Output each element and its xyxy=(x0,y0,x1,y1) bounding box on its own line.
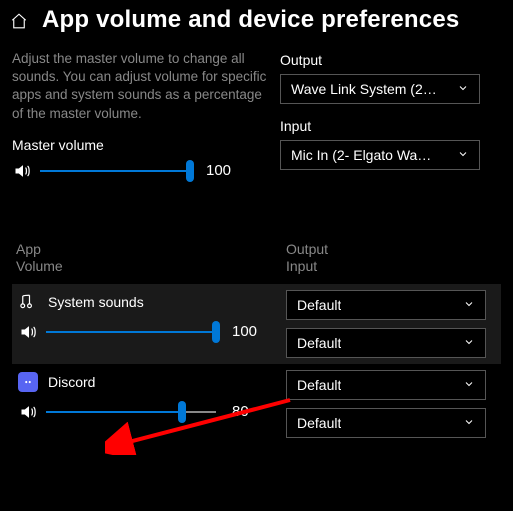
app-output-dropdown[interactable]: Default xyxy=(286,370,486,400)
column-header-right: OutputInput xyxy=(284,241,501,276)
chevron-down-icon xyxy=(463,297,475,313)
speaker-icon[interactable] xyxy=(18,322,40,342)
speaker-icon[interactable] xyxy=(18,402,40,422)
app-row-system-sounds: System sounds 100 xyxy=(12,284,501,364)
input-device-dropdown[interactable]: Mic In (2- Elgato Wa… xyxy=(280,140,480,170)
output-device-selected: Wave Link System (2… xyxy=(291,81,437,97)
app-name: Discord xyxy=(48,374,95,390)
app-volume-slider[interactable] xyxy=(46,322,216,342)
chevron-down-icon xyxy=(463,415,475,431)
master-volume-value: 100 xyxy=(206,162,236,179)
home-icon[interactable] xyxy=(6,8,32,34)
description-text: Adjust the master volume to change all s… xyxy=(12,50,272,123)
chevron-down-icon xyxy=(463,335,475,351)
app-name: System sounds xyxy=(48,294,144,310)
input-label: Input xyxy=(280,118,501,134)
app-volume-value: 100 xyxy=(232,323,262,340)
dropdown-value: Default xyxy=(297,335,341,351)
page-title: App volume and device preferences xyxy=(42,6,459,34)
chevron-down-icon xyxy=(463,377,475,393)
system-sounds-icon xyxy=(18,292,38,312)
app-volume-slider[interactable] xyxy=(46,402,216,422)
dropdown-value: Default xyxy=(297,415,341,431)
output-label: Output xyxy=(280,52,501,68)
master-volume-label: Master volume xyxy=(12,137,272,153)
chevron-down-icon xyxy=(457,147,469,163)
input-device-selected: Mic In (2- Elgato Wa… xyxy=(291,147,431,163)
discord-icon xyxy=(18,372,38,392)
output-device-dropdown[interactable]: Wave Link System (2… xyxy=(280,74,480,104)
app-input-dropdown[interactable]: Default xyxy=(286,328,486,358)
column-header-left: AppVolume xyxy=(12,241,284,276)
app-output-dropdown[interactable]: Default xyxy=(286,290,486,320)
speaker-icon[interactable] xyxy=(12,161,34,181)
app-row-discord: Discord 80 Defau xyxy=(12,364,501,444)
app-volume-value: 80 xyxy=(232,403,262,420)
master-volume-slider[interactable] xyxy=(40,161,190,181)
dropdown-value: Default xyxy=(297,377,341,393)
app-input-dropdown[interactable]: Default xyxy=(286,408,486,438)
chevron-down-icon xyxy=(457,81,469,97)
dropdown-value: Default xyxy=(297,297,341,313)
